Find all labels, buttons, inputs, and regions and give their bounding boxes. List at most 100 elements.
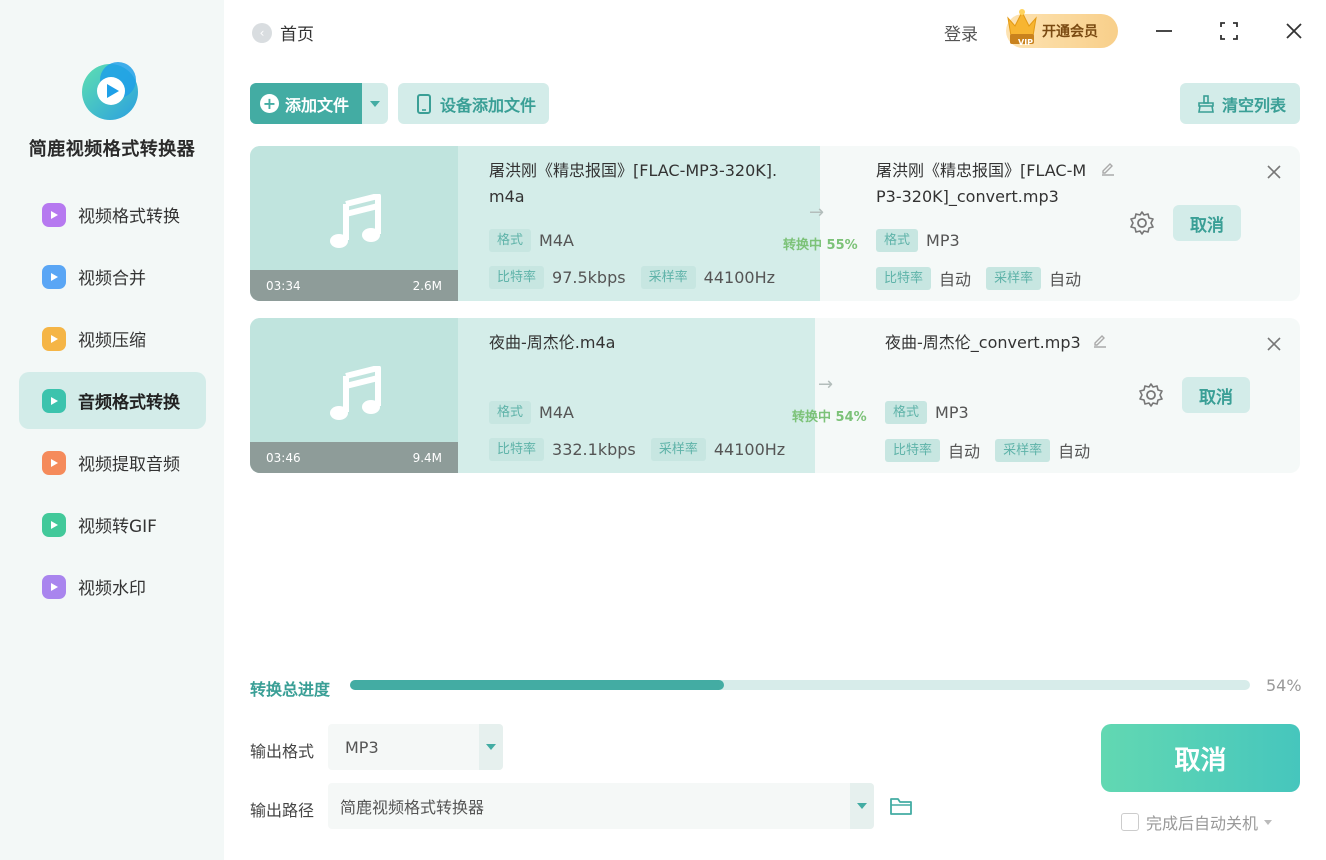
source-rate-row: 比特率 97.5kbps 采样率 44100Hz	[489, 266, 785, 289]
output-format-value: MP3	[935, 403, 969, 422]
samplerate-tag: 采样率	[650, 438, 706, 461]
sidebar: 简鹿视频格式转换器 视频格式转换 视频合并 视频压缩 音频格式转换 视频提取音频 视频转G…	[0, 0, 224, 860]
output-file-name: 屠洪刚《精忠报国》[FLAC-MP3-320K]_convert.mp3	[876, 161, 1087, 206]
output-path-label: 输出路径	[250, 801, 315, 820]
output-bitrate-value: 自动	[948, 442, 981, 461]
chevron-down-icon	[486, 744, 496, 750]
back-arrow-icon: ‹	[252, 22, 272, 43]
auto-shutdown-checkbox[interactable]	[1121, 813, 1139, 831]
vip-button[interactable]: VIP 开通会员	[1006, 9, 1118, 48]
sidebar-item-3[interactable]: 音频格式转换	[19, 372, 206, 429]
sidebar-item-2[interactable]: 视频压缩	[19, 310, 206, 367]
file-card: 03:34 2.6M 屠洪刚《精忠报国》[FLAC-MP3-320K].m4a …	[250, 146, 1300, 301]
output-samplerate-value: 自动	[1058, 442, 1091, 461]
phone-icon	[417, 93, 431, 114]
output-file-name: 夜曲-周杰伦_convert.mp3	[885, 333, 1081, 352]
total-progress-bar	[350, 680, 1250, 690]
vip-label: 开通会员	[1042, 24, 1098, 40]
samplerate-tag: 采样率	[986, 266, 1042, 290]
source-bitrate-value: 332.1kbps	[552, 440, 636, 459]
sidebar-item-label: 视频提取音频	[78, 455, 180, 475]
file-thumbnail: 03:34 2.6M	[250, 146, 458, 301]
music-note-icon	[330, 366, 381, 420]
output-format-dropdown[interactable]	[479, 724, 503, 770]
add-file-label: 添加文件	[285, 95, 350, 115]
home-link[interactable]: ‹ 首页	[252, 20, 314, 45]
folder-icon[interactable]	[889, 795, 913, 817]
cancel-file-button[interactable]: 取消	[1182, 377, 1250, 413]
chevron-down-icon	[370, 100, 380, 107]
format-tag: 格式	[489, 229, 532, 252]
sidebar-item-6[interactable]: 视频水印	[19, 558, 206, 615]
minimize-icon[interactable]	[1151, 18, 1177, 44]
device-add-file-button[interactable]: 设备添加文件	[398, 83, 549, 124]
source-file-name: 夜曲-周杰伦.m4a	[489, 333, 616, 352]
bitrate-tag: 比特率	[876, 266, 932, 290]
thumbnail-info-bar: 03:34 2.6M	[250, 270, 458, 301]
source-format-row: 格式 M4A	[489, 229, 584, 252]
chevron-down-icon	[857, 803, 867, 809]
watermark-icon	[42, 574, 66, 599]
conversion-status: 转换中 55%	[783, 238, 858, 253]
app-logo	[82, 62, 138, 120]
gear-icon[interactable]	[1129, 210, 1155, 236]
broom-icon	[1198, 94, 1214, 113]
file-duration: 03:34	[266, 278, 301, 293]
source-samplerate-value: 44100Hz	[713, 440, 786, 459]
source-samplerate-value: 44100Hz	[703, 268, 775, 287]
output-format-row: 格式 MP3	[885, 401, 979, 424]
sidebar-item-label: 视频格式转换	[78, 207, 180, 227]
vip-badge-text: VIP	[1018, 38, 1034, 47]
file-card: 03:46 9.4M 夜曲-周杰伦.m4a 格式 M4A 比特率 332.1kbps…	[250, 318, 1300, 473]
add-file-dropdown[interactable]	[362, 83, 388, 124]
pencil-icon[interactable]	[1092, 332, 1108, 348]
close-window-icon[interactable]	[1281, 18, 1307, 44]
auto-shutdown-toggle[interactable]: 完成后自动关机	[1121, 810, 1273, 834]
file-size: 2.6M	[412, 278, 442, 293]
music-note-icon	[330, 194, 381, 248]
source-rate-row: 比特率 332.1kbps 采样率 44100Hz	[489, 438, 795, 461]
total-progress-label: 转换总进度	[250, 680, 331, 699]
output-rate-row: 比特率 自动 采样率 自动	[885, 438, 1100, 462]
sidebar-item-5[interactable]: 视频转GIF	[19, 496, 206, 553]
bitrate-tag: 比特率	[489, 438, 545, 461]
source-file-name: 屠洪刚《精忠报国》[FLAC-MP3-320K].m4a	[489, 161, 778, 206]
chevron-down-icon[interactable]	[1264, 819, 1273, 825]
maximize-icon[interactable]	[1216, 18, 1242, 44]
sidebar-item-0[interactable]: 视频格式转换	[19, 186, 206, 243]
arrow-right-icon: →	[818, 374, 834, 395]
bitrate-tag: 比特率	[885, 438, 941, 462]
format-tag: 格式	[885, 401, 928, 424]
app-window: 简鹿视频格式转换器 视频格式转换 视频合并视频压缩音频格式转换 视频提取音频 视频转G…	[0, 0, 1326, 860]
close-icon[interactable]	[1266, 164, 1282, 180]
sidebar-item-4[interactable]: 视频提取音频	[19, 434, 206, 491]
file-size: 9.4M	[412, 450, 442, 465]
output-format-row: 格式 MP3	[876, 229, 970, 252]
output-path-dropdown[interactable]	[850, 783, 874, 829]
output-samplerate-value: 自动	[1049, 270, 1082, 289]
output-format-select[interactable]: MP3	[328, 724, 503, 770]
format-tag: 格式	[876, 229, 919, 252]
video-convert-icon	[42, 202, 66, 227]
sidebar-nav: 视频格式转换 视频合并视频压缩音频格式转换 视频提取音频 视频转GIF 视频水印	[19, 186, 206, 620]
login-link[interactable]: 登录	[944, 20, 978, 45]
output-path-select[interactable]: 简鹿视频格式转换器	[328, 783, 874, 829]
sidebar-item-1[interactable]: 视频合并	[19, 248, 206, 305]
conversion-status: 转换中 54%	[792, 410, 867, 425]
home-label: 首页	[280, 25, 314, 45]
format-tag: 格式	[489, 401, 532, 424]
pencil-icon[interactable]	[1100, 160, 1116, 176]
cancel-all-button[interactable]: 取消	[1101, 724, 1300, 792]
audio-convert-icon	[42, 388, 66, 413]
source-bitrate-value: 97.5kbps	[552, 268, 626, 287]
sidebar-item-label: 视频转GIF	[78, 517, 157, 537]
output-format-value: MP3	[345, 737, 379, 757]
add-file-button[interactable]: + 添加文件	[250, 83, 362, 124]
close-icon[interactable]	[1266, 336, 1282, 352]
sidebar-item-label: 视频合并	[78, 269, 146, 289]
gear-icon[interactable]	[1138, 382, 1164, 408]
clear-list-button[interactable]: 清空列表	[1180, 83, 1300, 124]
sidebar-item-label: 音频格式转换	[78, 393, 180, 413]
total-progress-percent: 54%	[1266, 676, 1302, 695]
cancel-file-button[interactable]: 取消	[1173, 205, 1241, 241]
